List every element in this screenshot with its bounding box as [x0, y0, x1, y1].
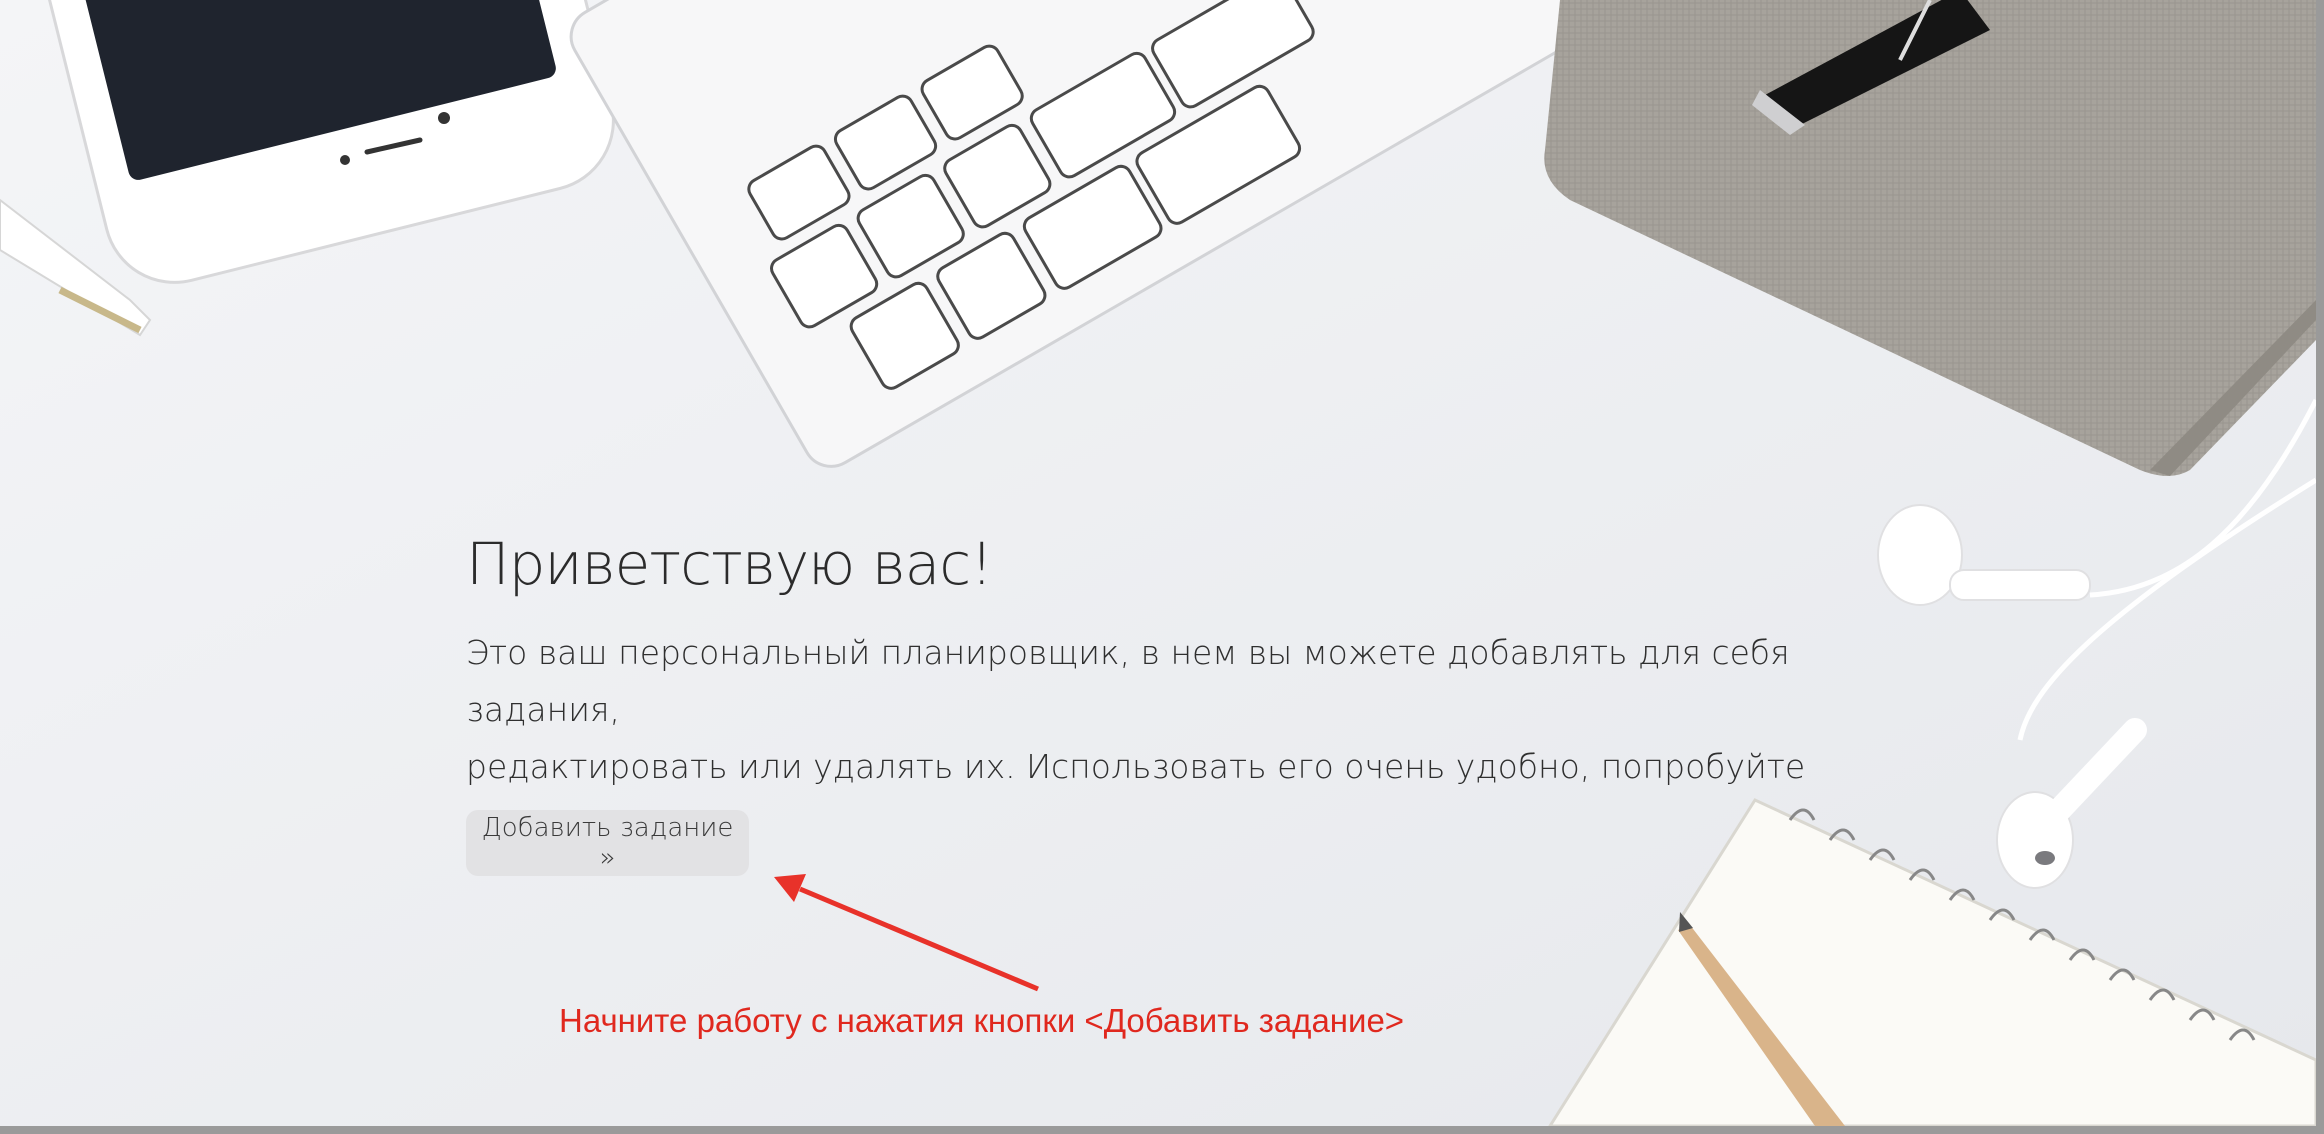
hint-arrow — [774, 874, 1039, 992]
hint-annotation: Начните работу с нажатия кнопки <Добавит… — [559, 1002, 1405, 1039]
screen: Приветствую вас! Это ваш персональный пл… — [0, 0, 2316, 1126]
